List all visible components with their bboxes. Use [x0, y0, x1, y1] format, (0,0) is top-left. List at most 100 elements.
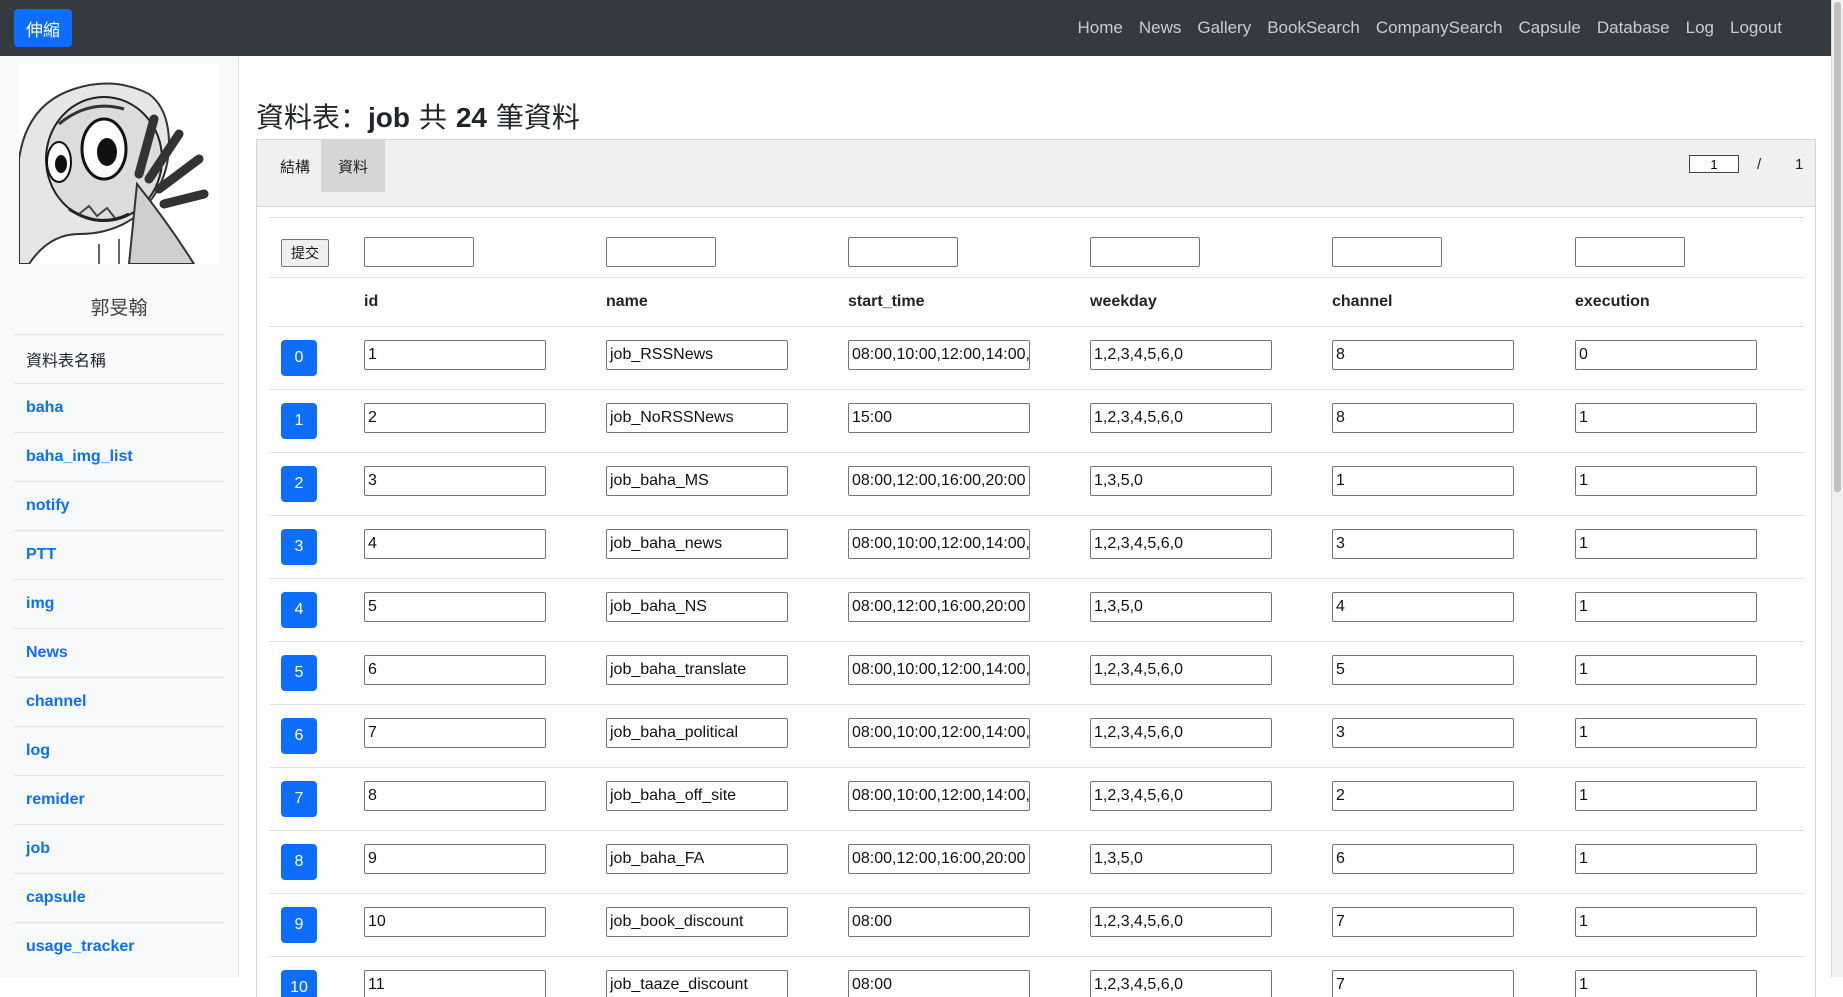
cell-input-name[interactable]: job_baha_MS: [606, 466, 788, 496]
cell-input-name[interactable]: job_baha_NS: [606, 592, 788, 622]
sidebar-item-log[interactable]: log: [14, 726, 224, 775]
sidebar-item-baha-img-list[interactable]: baha_img_list: [14, 432, 224, 481]
nav-link-companysearch[interactable]: CompanySearch: [1376, 18, 1503, 38]
cell-input-channel[interactable]: 2: [1332, 781, 1514, 811]
cell-input-weekday[interactable]: 1,2,3,4,5,6,0: [1090, 781, 1272, 811]
cell-input-weekday[interactable]: 1,2,3,4,5,6,0: [1090, 340, 1272, 370]
cell-input-channel[interactable]: 7: [1332, 970, 1514, 997]
sidebar-item-job[interactable]: job: [14, 824, 224, 873]
cell-input-start-time[interactable]: 08:00,12:00,16:00,20:00: [848, 466, 1030, 496]
cell-input-id[interactable]: 9: [364, 844, 546, 874]
cell-input-id[interactable]: 2: [364, 403, 546, 433]
row-index-button[interactable]: 1: [281, 403, 317, 439]
cell-input-name[interactable]: job_baha_translate: [606, 655, 788, 685]
cell-input-id[interactable]: 1: [364, 340, 546, 370]
cell-input-start-time[interactable]: 08:00,12:00,16:00,20:00: [848, 592, 1030, 622]
cell-input-weekday[interactable]: 1,3,5,0: [1090, 466, 1272, 496]
row-index-button[interactable]: 0: [281, 340, 317, 376]
cell-input-id[interactable]: 6: [364, 655, 546, 685]
page-number-input[interactable]: [1689, 155, 1739, 173]
cell-input-id[interactable]: 10: [364, 907, 546, 937]
cell-input-name[interactable]: job_NoRSSNews: [606, 403, 788, 433]
cell-input-channel[interactable]: 5: [1332, 655, 1514, 685]
nav-link-log[interactable]: Log: [1686, 18, 1714, 38]
nav-link-database[interactable]: Database: [1597, 18, 1670, 38]
filter-input-name[interactable]: [606, 237, 716, 267]
cell-input-weekday[interactable]: 1,3,5,0: [1090, 844, 1272, 874]
cell-input-id[interactable]: 4: [364, 529, 546, 559]
row-index-button[interactable]: 9: [281, 907, 317, 943]
nav-link-news[interactable]: News: [1139, 18, 1182, 38]
row-index-button[interactable]: 6: [281, 718, 317, 754]
cell-input-start-time[interactable]: 15:00: [848, 403, 1030, 433]
cell-input-execution[interactable]: 1: [1575, 844, 1757, 874]
cell-input-weekday[interactable]: 1,2,3,4,5,6,0: [1090, 718, 1272, 748]
cell-input-channel[interactable]: 8: [1332, 340, 1514, 370]
cell-input-channel[interactable]: 6: [1332, 844, 1514, 874]
cell-input-execution[interactable]: 1: [1575, 970, 1757, 997]
sidebar-item-notify[interactable]: notify: [14, 481, 224, 530]
cell-input-start-time[interactable]: 08:00,12:00,16:00,20:00: [848, 844, 1030, 874]
cell-input-channel[interactable]: 3: [1332, 529, 1514, 559]
cell-input-id[interactable]: 7: [364, 718, 546, 748]
cell-input-id[interactable]: 3: [364, 466, 546, 496]
cell-input-start-time[interactable]: 08:00: [848, 907, 1030, 937]
cell-input-name[interactable]: job_baha_news: [606, 529, 788, 559]
sidebar-item-news[interactable]: News: [14, 628, 224, 677]
sidebar-item-remider[interactable]: remider: [14, 775, 224, 824]
nav-link-gallery[interactable]: Gallery: [1197, 18, 1251, 38]
sidebar-item-channel[interactable]: channel: [14, 677, 224, 726]
row-index-button[interactable]: 3: [281, 529, 317, 565]
cell-input-id[interactable]: 5: [364, 592, 546, 622]
nav-link-booksearch[interactable]: BookSearch: [1267, 18, 1360, 38]
cell-input-start-time[interactable]: 08:00: [848, 970, 1030, 997]
cell-input-execution[interactable]: 1: [1575, 466, 1757, 496]
sidebar-item-usage-tracker[interactable]: usage_tracker: [14, 922, 224, 971]
cell-input-channel[interactable]: 7: [1332, 907, 1514, 937]
filter-input-channel[interactable]: [1332, 237, 1442, 267]
cell-input-weekday[interactable]: 1,3,5,0: [1090, 592, 1272, 622]
cell-input-execution[interactable]: 1: [1575, 655, 1757, 685]
cell-input-start-time[interactable]: 08:00,10:00,12:00,14:00,16:00: [848, 655, 1030, 685]
nav-link-home[interactable]: Home: [1077, 18, 1122, 38]
cell-input-start-time[interactable]: 08:00,10:00,12:00,14:00,16:00: [848, 718, 1030, 748]
cell-input-execution[interactable]: 1: [1575, 781, 1757, 811]
cell-input-name[interactable]: job_RSSNews: [606, 340, 788, 370]
cell-input-name[interactable]: job_baha_political: [606, 718, 788, 748]
cell-input-weekday[interactable]: 1,2,3,4,5,6,0: [1090, 403, 1272, 433]
cell-input-start-time[interactable]: 08:00,10:00,12:00,14:00,16:00: [848, 781, 1030, 811]
sidebar-item-img[interactable]: img: [14, 579, 224, 628]
sidebar-item-baha[interactable]: baha: [14, 383, 224, 432]
tab-structure[interactable]: 結構: [267, 140, 323, 192]
filter-input-weekday[interactable]: [1090, 237, 1200, 267]
filter-input-id[interactable]: [364, 237, 474, 267]
cell-input-start-time[interactable]: 08:00,10:00,12:00,14:00,16:00: [848, 340, 1030, 370]
page-scrollbar[interactable]: [1831, 0, 1843, 977]
cell-input-channel[interactable]: 8: [1332, 403, 1514, 433]
sidebar-toggle-button[interactable]: 伸縮: [14, 9, 72, 47]
cell-input-name[interactable]: job_baha_FA: [606, 844, 788, 874]
nav-link-logout[interactable]: Logout: [1730, 18, 1782, 38]
submit-button[interactable]: 提交: [281, 239, 329, 267]
sidebar-item-capsule[interactable]: capsule: [14, 873, 224, 922]
cell-input-channel[interactable]: 1: [1332, 466, 1514, 496]
cell-input-channel[interactable]: 4: [1332, 592, 1514, 622]
filter-input-start-time[interactable]: [848, 237, 958, 267]
cell-input-execution[interactable]: 1: [1575, 403, 1757, 433]
cell-input-weekday[interactable]: 1,2,3,4,5,6,0: [1090, 529, 1272, 559]
row-index-button[interactable]: 5: [281, 655, 317, 691]
filter-input-execution[interactable]: [1575, 237, 1685, 267]
sidebar-item-ptt[interactable]: PTT: [14, 530, 224, 579]
cell-input-execution[interactable]: 0: [1575, 340, 1757, 370]
cell-input-execution[interactable]: 1: [1575, 907, 1757, 937]
row-index-button[interactable]: 4: [281, 592, 317, 628]
scrollbar-thumb[interactable]: [1834, 2, 1841, 492]
cell-input-execution[interactable]: 1: [1575, 592, 1757, 622]
cell-input-start-time[interactable]: 08:00,10:00,12:00,14:00,16:00: [848, 529, 1030, 559]
row-index-button[interactable]: 8: [281, 844, 317, 880]
cell-input-execution[interactable]: 1: [1575, 529, 1757, 559]
nav-link-capsule[interactable]: Capsule: [1518, 18, 1580, 38]
row-index-button[interactable]: 7: [281, 781, 317, 817]
tab-data[interactable]: 資料: [321, 140, 385, 192]
cell-input-id[interactable]: 11: [364, 970, 546, 997]
